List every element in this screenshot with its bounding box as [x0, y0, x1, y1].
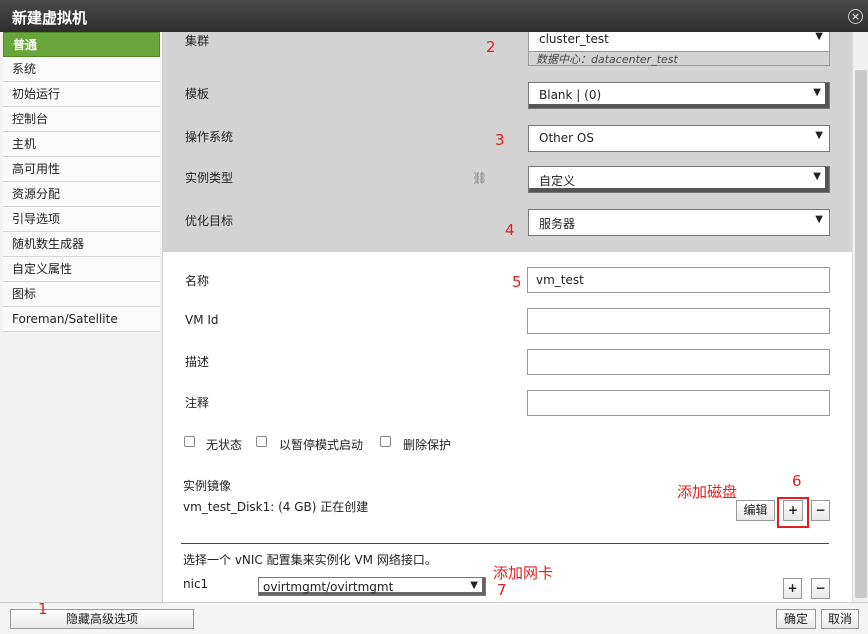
sidebar: 普通 系统 初始运行 控制台 主机 高可用性 资源分配 引导选项 随机数生成器 …: [0, 32, 163, 602]
cluster-select[interactable]: cluster_test ▼: [528, 32, 830, 52]
chevron-down-icon: ▼: [470, 580, 478, 591]
sidebar-item-resource-allocation[interactable]: 资源分配: [3, 182, 160, 207]
disk-status-text: vm_test_Disk1: (4 GB) 正在创建: [183, 500, 369, 514]
sidebar-item-general[interactable]: 普通: [3, 32, 160, 57]
section-divider: [181, 543, 829, 544]
sidebar-item-icon[interactable]: 图标: [3, 282, 160, 307]
dialog-title-bar: 新建虚拟机 ×: [0, 0, 868, 32]
general-details-section: 名称 vm_test VM Id 描述 注释 无状态 以暂停模式启动 删除保护 …: [163, 252, 852, 602]
annotation-add-nic: 添加网卡: [493, 564, 554, 582]
sidebar-item-host[interactable]: 主机: [3, 132, 160, 157]
annotation-6: 6: [792, 472, 802, 490]
annotation-1: 1: [38, 600, 48, 618]
template-value: Blank | (0): [539, 88, 602, 102]
stateless-checkbox[interactable]: [184, 436, 195, 447]
chevron-down-icon: ▼: [813, 87, 821, 98]
remove-disk-button[interactable]: −: [811, 500, 830, 521]
instance-images-label: 实例镜像: [183, 479, 232, 493]
nic-profile-select[interactable]: ovirtmgmt/ovirtmgmt ▼: [258, 577, 486, 596]
chevron-down-icon: ▼: [813, 171, 821, 182]
optimize-value: 服务器: [539, 217, 576, 231]
name-input[interactable]: vm_test: [527, 267, 830, 293]
os-value: Other OS: [539, 131, 594, 145]
nic-instruction: 选择一个 vNIC 配置集来实例化 VM 网络接口。: [183, 553, 437, 567]
add-disk-highlight-box: [777, 497, 809, 528]
main-panel: 集群 cluster_test ▼ 数据中心：datacenter_test 模…: [163, 32, 852, 602]
name-label: 名称: [185, 274, 210, 288]
os-label: 操作系统: [185, 130, 234, 144]
instance-type-value: 自定义: [539, 174, 576, 188]
sidebar-item-high-availability[interactable]: 高可用性: [3, 157, 160, 182]
annotation-5: 5: [512, 273, 522, 291]
cancel-button[interactable]: 取消: [821, 609, 859, 629]
template-select[interactable]: Blank | (0) ▼: [528, 82, 830, 109]
chevron-down-icon: ▼: [815, 32, 823, 42]
annotation-add-disk: 添加磁盘: [677, 483, 738, 501]
template-label: 模板: [185, 87, 210, 101]
sidebar-item-rng[interactable]: 随机数生成器: [3, 232, 160, 257]
annotation-7: 7: [497, 581, 507, 599]
description-input[interactable]: [527, 349, 830, 375]
sidebar-item-custom-properties[interactable]: 自定义属性: [3, 257, 160, 282]
annotation-2: 2: [486, 38, 496, 56]
vmid-label: VM Id: [185, 313, 219, 327]
os-select[interactable]: Other OS ▼: [528, 125, 830, 152]
sidebar-item-boot-options[interactable]: 引导选项: [3, 207, 160, 232]
dialog-footer: 隐藏高级选项 确定 取消: [0, 602, 868, 634]
comment-input[interactable]: [527, 390, 830, 416]
cluster-sub-box: 数据中心：datacenter_test: [528, 52, 830, 66]
chevron-down-icon: ▼: [815, 214, 823, 225]
cluster-label: 集群: [185, 34, 210, 48]
instance-type-label: 实例类型: [185, 171, 234, 185]
description-label: 描述: [185, 355, 210, 369]
delete-protection-label: 删除保护: [403, 438, 452, 452]
optimize-label: 优化目标: [185, 214, 234, 228]
general-top-section: 集群 cluster_test ▼ 数据中心：datacenter_test 模…: [163, 32, 852, 252]
sidebar-item-foreman[interactable]: Foreman/Satellite: [3, 307, 160, 332]
nic-profile-value: ovirtmgmt/ovirtmgmt: [263, 580, 394, 594]
annotation-3: 3: [495, 131, 505, 149]
remove-nic-button[interactable]: −: [811, 578, 830, 599]
nic-label: nic1: [183, 577, 209, 591]
delete-protection-checkbox[interactable]: [380, 436, 391, 447]
stateless-label: 无状态: [206, 438, 243, 452]
sidebar-item-initial-run[interactable]: 初始运行: [3, 82, 160, 107]
cluster-value: cluster_test: [539, 32, 609, 46]
scrollbar[interactable]: [852, 32, 868, 602]
add-nic-button[interactable]: +: [783, 578, 802, 599]
instance-type-select[interactable]: 自定义 ▼: [528, 166, 830, 193]
vmid-input[interactable]: [527, 308, 830, 334]
edit-disk-button[interactable]: 编辑: [736, 500, 775, 521]
scrollbar-thumb[interactable]: [855, 70, 867, 598]
start-paused-checkbox[interactable]: [256, 436, 267, 447]
annotation-4: 4: [505, 221, 515, 239]
close-icon[interactable]: ×: [848, 9, 863, 24]
start-paused-label: 以暂停模式启动: [279, 438, 364, 452]
comment-label: 注释: [185, 396, 210, 410]
optimize-select[interactable]: 服务器 ▼: [528, 209, 830, 236]
cluster-datacenter-label: 数据中心：datacenter_test: [536, 53, 678, 66]
link-icon: ⛓: [472, 171, 488, 185]
sidebar-item-console[interactable]: 控制台: [3, 107, 160, 132]
sidebar-item-system[interactable]: 系统: [3, 57, 160, 82]
dialog-title: 新建虚拟机: [12, 9, 88, 27]
ok-button[interactable]: 确定: [776, 609, 816, 629]
chevron-down-icon: ▼: [815, 130, 823, 141]
